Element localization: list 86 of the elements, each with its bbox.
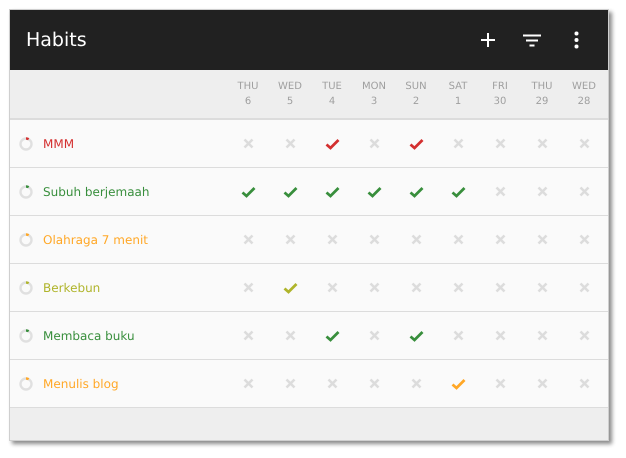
check-icon[interactable] xyxy=(282,186,298,198)
check-icon[interactable] xyxy=(408,330,424,342)
weekday-label: TUE xyxy=(322,80,342,94)
check-icon[interactable] xyxy=(450,186,466,198)
cross-icon[interactable] xyxy=(536,378,548,389)
habit-name[interactable]: MMM xyxy=(43,136,74,150)
ring-icon xyxy=(19,184,33,198)
habit-name[interactable]: Berkebun xyxy=(43,280,100,294)
cross-icon[interactable] xyxy=(494,378,506,389)
weekday-label: SAT xyxy=(448,80,468,94)
cross-icon[interactable] xyxy=(494,282,506,293)
cross-icon[interactable] xyxy=(326,282,338,293)
cross-icon[interactable] xyxy=(242,234,254,245)
cross-icon[interactable] xyxy=(578,378,590,389)
cross-icon[interactable] xyxy=(536,186,548,197)
cross-icon[interactable] xyxy=(242,378,254,389)
cross-icon[interactable] xyxy=(242,330,254,341)
cross-icon[interactable] xyxy=(410,378,422,389)
check-icon[interactable] xyxy=(408,138,424,150)
check-icon[interactable] xyxy=(366,186,382,198)
cross-icon[interactable] xyxy=(452,138,464,149)
cross-icon[interactable] xyxy=(536,282,548,293)
weekday-label: THU xyxy=(238,80,258,94)
cross-icon[interactable] xyxy=(536,138,548,149)
cross-icon[interactable] xyxy=(368,138,380,149)
plus-icon xyxy=(480,32,496,48)
date-label: 5 xyxy=(286,95,294,109)
cross-icon[interactable] xyxy=(326,234,338,245)
cross-icon[interactable] xyxy=(410,282,422,293)
ring-icon xyxy=(19,376,33,390)
weekday-label: SUN xyxy=(405,80,427,94)
cross-icon[interactable] xyxy=(326,378,338,389)
weekday-label: WED xyxy=(572,80,596,94)
cross-icon[interactable] xyxy=(578,330,590,341)
cross-icon[interactable] xyxy=(242,138,254,149)
check-icon[interactable] xyxy=(408,186,424,198)
cross-icon[interactable] xyxy=(284,330,296,341)
weekday-label: MON xyxy=(362,80,386,94)
more-icon xyxy=(574,31,578,49)
cross-icon[interactable] xyxy=(578,186,590,197)
weekday-label: THU xyxy=(532,80,552,94)
check-icon[interactable] xyxy=(324,138,340,150)
cross-icon[interactable] xyxy=(578,282,590,293)
cross-icon[interactable] xyxy=(578,234,590,245)
check-icon[interactable] xyxy=(450,378,466,390)
cross-icon[interactable] xyxy=(578,138,590,149)
date-label: 2 xyxy=(412,95,420,109)
weekday-label: FRI xyxy=(492,80,508,94)
cross-icon[interactable] xyxy=(452,330,464,341)
cross-icon[interactable] xyxy=(536,330,548,341)
cross-icon[interactable] xyxy=(284,234,296,245)
check-icon[interactable] xyxy=(324,330,340,342)
cross-icon[interactable] xyxy=(536,234,548,245)
ring-icon xyxy=(19,280,33,294)
ring-icon xyxy=(19,232,33,246)
habit-name[interactable]: Subuh berjemaah xyxy=(43,184,150,198)
cross-icon[interactable] xyxy=(368,234,380,245)
check-icon[interactable] xyxy=(282,282,298,294)
date-label: 29 xyxy=(536,95,548,109)
cross-icon[interactable] xyxy=(494,138,506,149)
check-icon[interactable] xyxy=(240,186,256,198)
cross-icon[interactable] xyxy=(284,378,296,389)
date-label: 6 xyxy=(244,95,252,109)
cross-icon[interactable] xyxy=(242,282,254,293)
habit-name[interactable]: Membaca buku xyxy=(43,328,135,342)
ring-icon xyxy=(19,136,33,150)
cross-icon[interactable] xyxy=(284,138,296,149)
cross-icon[interactable] xyxy=(410,234,422,245)
date-label: 1 xyxy=(454,95,462,109)
cross-icon[interactable] xyxy=(452,234,464,245)
check-icon[interactable] xyxy=(324,186,340,198)
cross-icon[interactable] xyxy=(494,330,506,341)
date-label: 28 xyxy=(578,95,590,109)
date-label: 4 xyxy=(328,95,336,109)
cross-icon[interactable] xyxy=(368,378,380,389)
cross-icon[interactable] xyxy=(494,234,506,245)
app-title: Habits xyxy=(26,29,88,51)
weekday-label: WED xyxy=(278,80,302,94)
cross-icon[interactable] xyxy=(494,186,506,197)
date-label: 30 xyxy=(494,95,506,109)
date-label: 3 xyxy=(370,95,378,109)
cross-icon[interactable] xyxy=(368,282,380,293)
ring-icon xyxy=(19,328,33,342)
filter-icon xyxy=(523,34,541,46)
cross-icon[interactable] xyxy=(368,330,380,341)
cross-icon[interactable] xyxy=(452,282,464,293)
